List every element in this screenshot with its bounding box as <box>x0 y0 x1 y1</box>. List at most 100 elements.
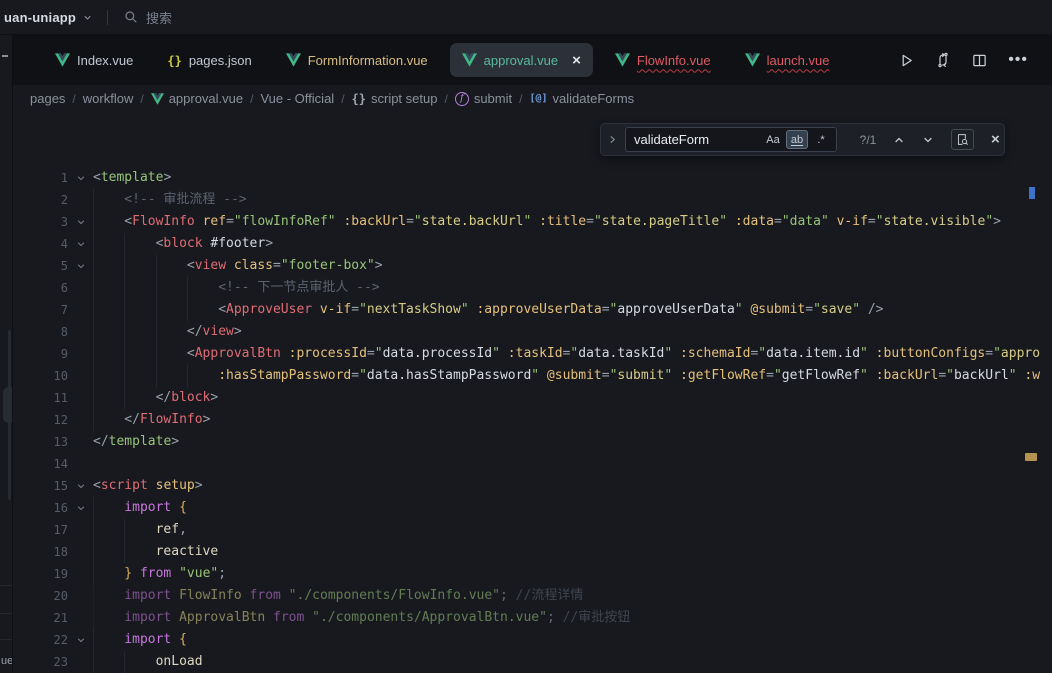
indent-guide <box>93 365 124 387</box>
fold-gutter <box>68 277 93 299</box>
code-line: 7<ApproveUser v-if="nextTaskShow" :appro… <box>13 299 1040 321</box>
code-line-content: <FlowInfo ref="flowInfoRef" :backUrl="st… <box>93 211 1040 233</box>
code-line-content: onLoad <box>93 651 1040 673</box>
code-line: 11</block> <box>13 387 1040 409</box>
vue-file-icon <box>615 53 630 67</box>
vue-file-icon <box>286 53 301 67</box>
code-line: 14 <box>13 453 1040 475</box>
line-number: 2 <box>13 189 68 211</box>
line-number: 8 <box>13 321 68 343</box>
tab-Index.vue[interactable]: Index.vue <box>43 43 145 77</box>
code-line: 16import { <box>13 497 1040 519</box>
tab-FlowInfo.vue[interactable]: FlowInfo.vue <box>603 43 723 77</box>
workspace-name[interactable]: uan-uniapp <box>4 10 76 25</box>
indent-guide <box>93 629 124 651</box>
breadcrumb-separator: / <box>250 92 253 106</box>
breadcrumb-separator: / <box>341 92 344 106</box>
indent-guide <box>187 277 218 299</box>
tab-approval.vue[interactable]: approval.vue × <box>450 43 593 77</box>
code-line-content: import { <box>93 497 1040 519</box>
breadcrumb-label: submit <box>474 91 512 106</box>
code-line: 20import FlowInfo from "./components/Flo… <box>13 585 1040 607</box>
global-search[interactable]: 搜索 <box>124 8 172 27</box>
compare-changes-icon[interactable] <box>935 52 951 68</box>
indent-guide <box>93 519 124 541</box>
match-case-button[interactable]: Aa <box>762 130 784 149</box>
find-input[interactable] <box>634 132 760 147</box>
code-line-content: </FlowInfo> <box>93 409 1040 431</box>
split-editor-icon[interactable] <box>972 53 987 68</box>
code-editor[interactable]: 1<template>2<!-- 审批流程 -->3<FlowInfo ref=… <box>13 112 1052 673</box>
indent-guide <box>124 519 155 541</box>
code-line: 19} from "vue"; <box>13 563 1040 585</box>
search-icon <box>124 10 138 24</box>
fold-chevron-icon[interactable] <box>68 211 93 233</box>
sidebar-selected-item-fragment <box>3 387 13 423</box>
breadcrumb-item-validateforms[interactable]: [@]validateForms <box>529 91 634 106</box>
fold-gutter <box>68 541 93 563</box>
indent-guide <box>93 563 124 585</box>
breadcrumb: pages / workflow / approval.vue / Vue - Offici… <box>13 85 1052 112</box>
fold-gutter <box>68 409 93 431</box>
whole-word-button[interactable]: ab <box>791 134 803 146</box>
tab-FormInformation.vue[interactable]: FormInformation.vue <box>274 43 440 77</box>
fold-chevron-icon[interactable] <box>68 255 93 277</box>
next-match-button[interactable] <box>922 134 934 146</box>
breadcrumb-item-script-setup[interactable]: {}script setup <box>352 91 438 106</box>
breadcrumb-label: approval.vue <box>169 91 243 106</box>
tab-launch.vue[interactable]: launch.vue <box>733 43 842 77</box>
breadcrumb-separator: / <box>72 92 75 106</box>
fold-chevron-icon[interactable] <box>68 629 93 651</box>
indent-guide <box>93 255 124 277</box>
indent-guide <box>93 409 124 431</box>
fold-chevron-icon[interactable] <box>68 475 93 497</box>
indent-guide <box>93 321 124 343</box>
tab-label: approval.vue <box>484 53 558 68</box>
fold-chevron-icon[interactable] <box>68 167 93 189</box>
toggle-replace-icon[interactable] <box>607 134 618 145</box>
close-tab-icon[interactable]: × <box>572 53 581 68</box>
breadcrumb-item-approval.vue[interactable]: approval.vue <box>151 91 243 106</box>
breadcrumb-item-workflow[interactable]: workflow <box>83 91 134 106</box>
fold-gutter <box>68 563 93 585</box>
breadcrumb-item-pages[interactable]: pages <box>30 91 65 106</box>
indent-guide <box>93 387 124 409</box>
line-number: 13 <box>13 431 68 453</box>
line-number: 4 <box>13 233 68 255</box>
fold-chevron-icon[interactable] <box>68 497 93 519</box>
regex-button[interactable]: .* <box>810 130 832 149</box>
indent-guide <box>187 299 218 321</box>
fold-gutter <box>68 453 93 475</box>
indent-guide <box>93 607 124 629</box>
code-line-content: <!-- 下一节点审批人 --> <box>93 277 1040 299</box>
fold-chevron-icon[interactable] <box>68 233 93 255</box>
code-line-content: <view class="footer-box"> <box>93 255 1040 277</box>
previous-match-button[interactable] <box>893 134 905 146</box>
code-line-content: import FlowInfo from "./components/FlowI… <box>93 585 1040 607</box>
more-actions-icon[interactable]: ••• <box>1008 55 1028 65</box>
close-find-widget-button[interactable]: × <box>991 132 1000 147</box>
indent-guide <box>93 277 124 299</box>
chevron-down-icon[interactable] <box>82 12 93 23</box>
overview-cursor-marker <box>1029 187 1035 199</box>
fold-gutter <box>68 365 93 387</box>
run-icon[interactable] <box>899 53 914 68</box>
indent-guide <box>156 299 187 321</box>
tab-label: FlowInfo.vue <box>637 53 711 68</box>
tab-label: FormInformation.vue <box>308 53 428 68</box>
code-line: 15<script setup> <box>13 475 1040 497</box>
symbol-function-icon: f <box>455 92 469 106</box>
code-lines: 1<template>2<!-- 审批流程 -->3<FlowInfo ref=… <box>13 167 1040 673</box>
line-number: 1 <box>13 167 68 189</box>
tab-pages.json[interactable]: {}pages.json <box>155 43 263 77</box>
find-match-count: ?/1 <box>851 133 885 147</box>
breadcrumb-item-submit[interactable]: fsubmit <box>455 91 512 106</box>
indent-guide <box>124 365 155 387</box>
breadcrumb-item-vue-official[interactable]: Vue - Official <box>260 91 334 106</box>
line-number: 23 <box>13 651 68 673</box>
sidebar-sliver[interactable]: ue <box>0 35 13 673</box>
code-line: 18reactive <box>13 541 1040 563</box>
find-in-selection-button[interactable] <box>951 129 974 150</box>
indent-guide <box>93 211 124 233</box>
indent-guide <box>124 299 155 321</box>
